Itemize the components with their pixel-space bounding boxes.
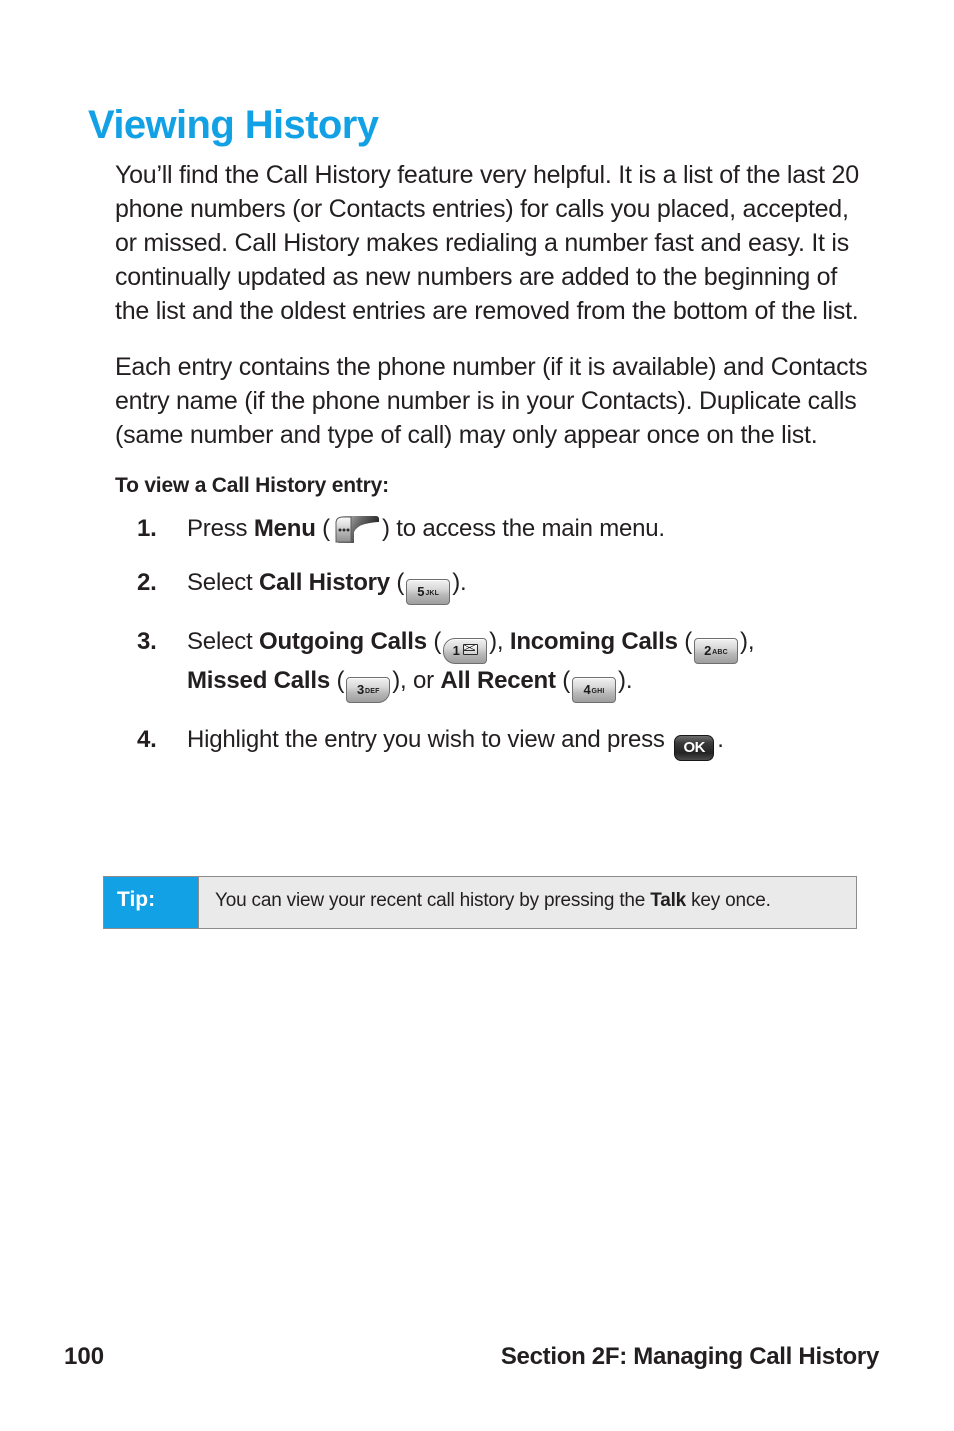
step-number: 3. bbox=[137, 628, 157, 656]
intro-paragraph-2: Each entry contains the phone number (if… bbox=[115, 353, 868, 449]
step-number: 2. bbox=[137, 569, 157, 597]
list-item: 3. Select Outgoing Calls (1), Incoming C… bbox=[115, 625, 875, 704]
footer-section-title: Section 2F: Managing Call History bbox=[500, 1343, 879, 1370]
footer-page-number: 100 bbox=[64, 1343, 105, 1370]
keypad-letters: ABC bbox=[712, 649, 728, 657]
step-text-sep2: ), bbox=[740, 628, 755, 656]
keypad-5-icon: 5JKL bbox=[406, 579, 451, 606]
step-text-post: ). bbox=[618, 667, 633, 695]
ok-key-icon: OK bbox=[674, 735, 715, 762]
step-emphasis-all-recent: All Recent bbox=[440, 667, 556, 695]
keypad-letters: JKL bbox=[425, 590, 440, 598]
step-text-post: ). bbox=[452, 569, 467, 597]
step-text-post: . bbox=[717, 726, 724, 754]
step-emphasis: Call History bbox=[258, 569, 390, 597]
step-text-mid: ( bbox=[315, 515, 330, 542]
tip-text-after: key once. bbox=[686, 890, 771, 911]
procedure-subheading: To view a Call History entry: bbox=[115, 474, 389, 497]
keypad-digit: 2 bbox=[704, 643, 712, 659]
tip-body: You can view your recent call history by… bbox=[198, 877, 856, 928]
intro-paragraph-1: You’ll find the Call History feature ver… bbox=[115, 161, 859, 325]
keypad-2-icon: 2ABC bbox=[694, 638, 739, 665]
keypad-letters: DEF bbox=[364, 688, 380, 696]
step-emphasis-outgoing: Outgoing Calls bbox=[258, 628, 427, 656]
keypad-digit: 3 bbox=[356, 682, 364, 698]
step-emphasis: Menu bbox=[253, 515, 316, 542]
step-text-mid: ( bbox=[389, 569, 405, 597]
voicemail-envelope-icon bbox=[462, 644, 478, 656]
page-content: You’ll find the Call History feature ver… bbox=[115, 158, 875, 781]
keypad-digit: 4 bbox=[583, 682, 591, 698]
step-text-mid2: ( bbox=[677, 628, 693, 656]
list-item: 4. Highlight the entry you wish to view … bbox=[115, 723, 875, 762]
step-number: 1. bbox=[137, 515, 157, 542]
keypad-letters: GHI bbox=[591, 688, 605, 696]
menu-softkey-icon bbox=[332, 513, 380, 545]
step-text-pre: Press bbox=[187, 515, 254, 542]
step-text-mid: ( bbox=[426, 628, 442, 656]
step-text-post: ) to access the main menu. bbox=[381, 515, 665, 542]
step-text-mid4: ( bbox=[555, 667, 571, 695]
step-text-sep3: ), or bbox=[392, 667, 441, 695]
keypad-3-icon: 3DEF bbox=[346, 677, 391, 704]
step-text-sep1: ), bbox=[489, 628, 510, 656]
manual-page: Viewing History You’ll find the Call His… bbox=[0, 0, 954, 1431]
keypad-4-icon: 4GHI bbox=[572, 677, 617, 704]
page-footer: 100 Section 2F: Managing Call History bbox=[64, 1343, 890, 1383]
keypad-digit: 5 bbox=[417, 584, 425, 600]
keypad-1-icon: 1 bbox=[443, 638, 488, 665]
step-number: 4. bbox=[137, 726, 157, 754]
list-item: 1. Press Menu () to access the main men… bbox=[115, 512, 875, 546]
procedure-step-list: 1. Press Menu () to access the main men… bbox=[115, 512, 875, 762]
keypad-digit: 1 bbox=[452, 643, 460, 659]
step-text-pre: Select bbox=[187, 569, 259, 597]
tip-emphasis: Talk bbox=[650, 890, 687, 911]
tip-text-before: You can view your recent call history by… bbox=[215, 890, 651, 911]
step-text-pre: Highlight the entry you wish to view and… bbox=[187, 726, 672, 754]
step-emphasis-incoming: Incoming Calls bbox=[509, 628, 678, 656]
step-emphasis-missed: Missed Calls bbox=[187, 667, 330, 695]
list-item: 2. Select Call History (5JKL). bbox=[115, 566, 875, 606]
tip-label: Tip: bbox=[104, 877, 198, 928]
tip-callout: Tip: You can view your recent call histo… bbox=[103, 876, 857, 929]
step-text-mid3: ( bbox=[330, 667, 345, 695]
step-text-pre: Select bbox=[187, 628, 259, 656]
page-title: Viewing History bbox=[88, 102, 379, 147]
